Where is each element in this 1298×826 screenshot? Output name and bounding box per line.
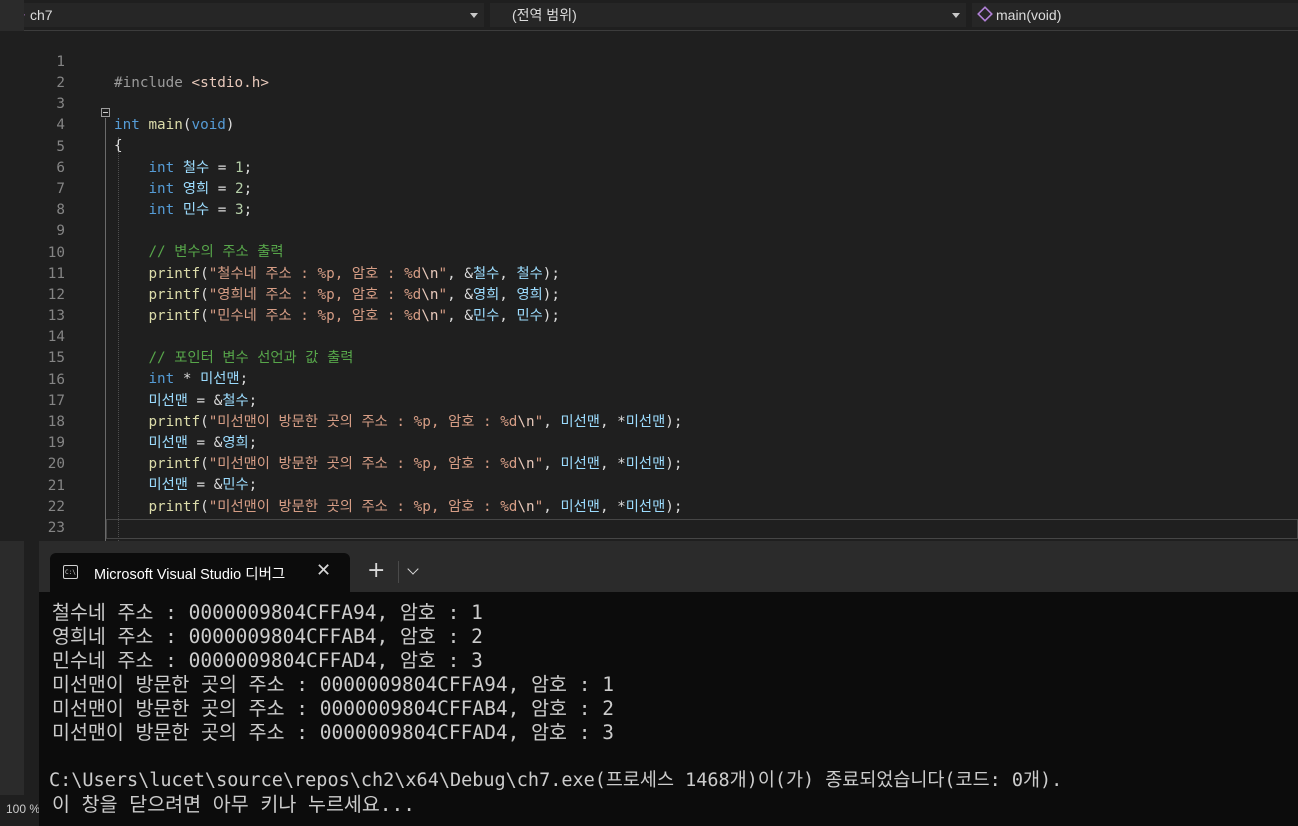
code-line[interactable]: 1 #include <stdio.h> [0, 31, 1298, 91]
code-line[interactable]: 12 printf("민수네 주소 : %p, 암호 : %d\n", &민수,… [0, 264, 1298, 324]
chevron-down-icon[interactable] [407, 563, 419, 575]
code-line[interactable]: 9 // 변수의 주소 출력 [0, 200, 1298, 260]
terminal-icon [63, 565, 78, 579]
member-label: main(void) [996, 7, 1062, 23]
console-titlebar: Microsoft Visual Studio 디버그 ✕ + [39, 541, 1298, 592]
code-line[interactable]: 18 미선맨 = &영희; [0, 391, 1298, 451]
tab-separator [398, 561, 399, 583]
code-line[interactable]: 15 int * 미선맨; [0, 327, 1298, 387]
code-line[interactable]: 4 { [0, 94, 1298, 154]
code-line[interactable]: 10 printf("철수네 주소 : %p, 암호 : %d\n", &철수,… [0, 222, 1298, 282]
console-prompt-message: 이 창을 닫으려면 아무 키나 누르세요... [52, 793, 416, 816]
close-icon[interactable]: ✕ [316, 561, 331, 581]
console-tab[interactable]: Microsoft Visual Studio 디버그 ✕ [50, 553, 350, 592]
scope-dropdown[interactable]: (전역 범위) [490, 3, 966, 27]
scope-label: (전역 범위) [512, 7, 577, 23]
code-line[interactable]: 5 int 철수 = 1; [0, 116, 1298, 176]
member-dropdown[interactable]: main(void) [972, 3, 1298, 27]
new-tab-button[interactable]: + [367, 559, 385, 583]
console-tab-title: Microsoft Visual Studio 디버그 [94, 567, 286, 583]
code-line[interactable]: 19 printf("미선맨이 방문한 곳의 주소 : %p, 암호 : %d\… [0, 412, 1298, 472]
code-line[interactable]: 7 int 민수 = 3; [0, 158, 1298, 218]
code-line[interactable]: 8 [0, 179, 1298, 218]
code-line[interactable]: 20 미선맨 = &민수; [0, 433, 1298, 493]
console-output-line: 미선맨이 방문한 곳의 주소 : 0000009804CFFAB4, 암호 : … [52, 697, 614, 720]
code-line[interactable]: 13 [0, 285, 1298, 324]
code-line[interactable]: 2 [0, 52, 1298, 91]
console-output-line: 미선맨이 방문한 곳의 주소 : 0000009804CFFAD4, 암호 : … [52, 721, 614, 744]
code-line[interactable]: 6 int 영희 = 2; [0, 137, 1298, 197]
code-line[interactable]: 11 printf("영희네 주소 : %p, 암호 : %d\n", &영희,… [0, 243, 1298, 303]
navigation-bar: ch7 (전역 범위) main(void) [0, 0, 1298, 31]
console-output-line: 민수네 주소 : 0000009804CFFAD4, 암호 : 3 [52, 649, 483, 672]
project-dropdown[interactable]: ch7 [4, 3, 484, 27]
console-output-line: 영희네 주소 : 0000009804CFFAB4, 암호 : 2 [52, 625, 483, 648]
code-line[interactable]: 16 미선맨 = &철수; [0, 349, 1298, 409]
debug-console-window[interactable]: Microsoft Visual Studio 디버그 ✕ + 철수네 주소 :… [39, 541, 1298, 826]
code-line[interactable]: 3 int main(void) [0, 73, 1298, 133]
method-cube-icon [977, 6, 993, 22]
console-exit-message: C:\Users\lucet\source\repos\ch2\x64\Debu… [49, 770, 1063, 791]
chevron-down-icon [952, 13, 960, 18]
code-line[interactable]: 22 [0, 476, 1298, 515]
code-line[interactable]: 24 } [0, 518, 1298, 578]
project-name: ch7 [30, 7, 53, 23]
code-line[interactable]: 23 return 0; [0, 497, 1298, 557]
chevron-down-icon [470, 13, 478, 18]
code-editor[interactable]: 1 #include <stdio.h> 2 3 int main(void) … [0, 31, 1298, 578]
console-output-line: 철수네 주소 : 0000009804CFFA94, 암호 : 1 [52, 601, 483, 624]
code-line[interactable]: 14 // 포인터 변수 선언과 값 출력 [0, 306, 1298, 366]
code-line[interactable]: 17 printf("미선맨이 방문한 곳의 주소 : %p, 암호 : %d\… [0, 370, 1298, 430]
code-line[interactable]: 21 printf("미선맨이 방문한 곳의 주소 : %p, 암호 : %d\… [0, 455, 1298, 515]
zoom-level[interactable]: 100 % [6, 802, 40, 816]
console-output-line: 미선맨이 방문한 곳의 주소 : 0000009804CFFA94, 암호 : … [52, 673, 614, 696]
